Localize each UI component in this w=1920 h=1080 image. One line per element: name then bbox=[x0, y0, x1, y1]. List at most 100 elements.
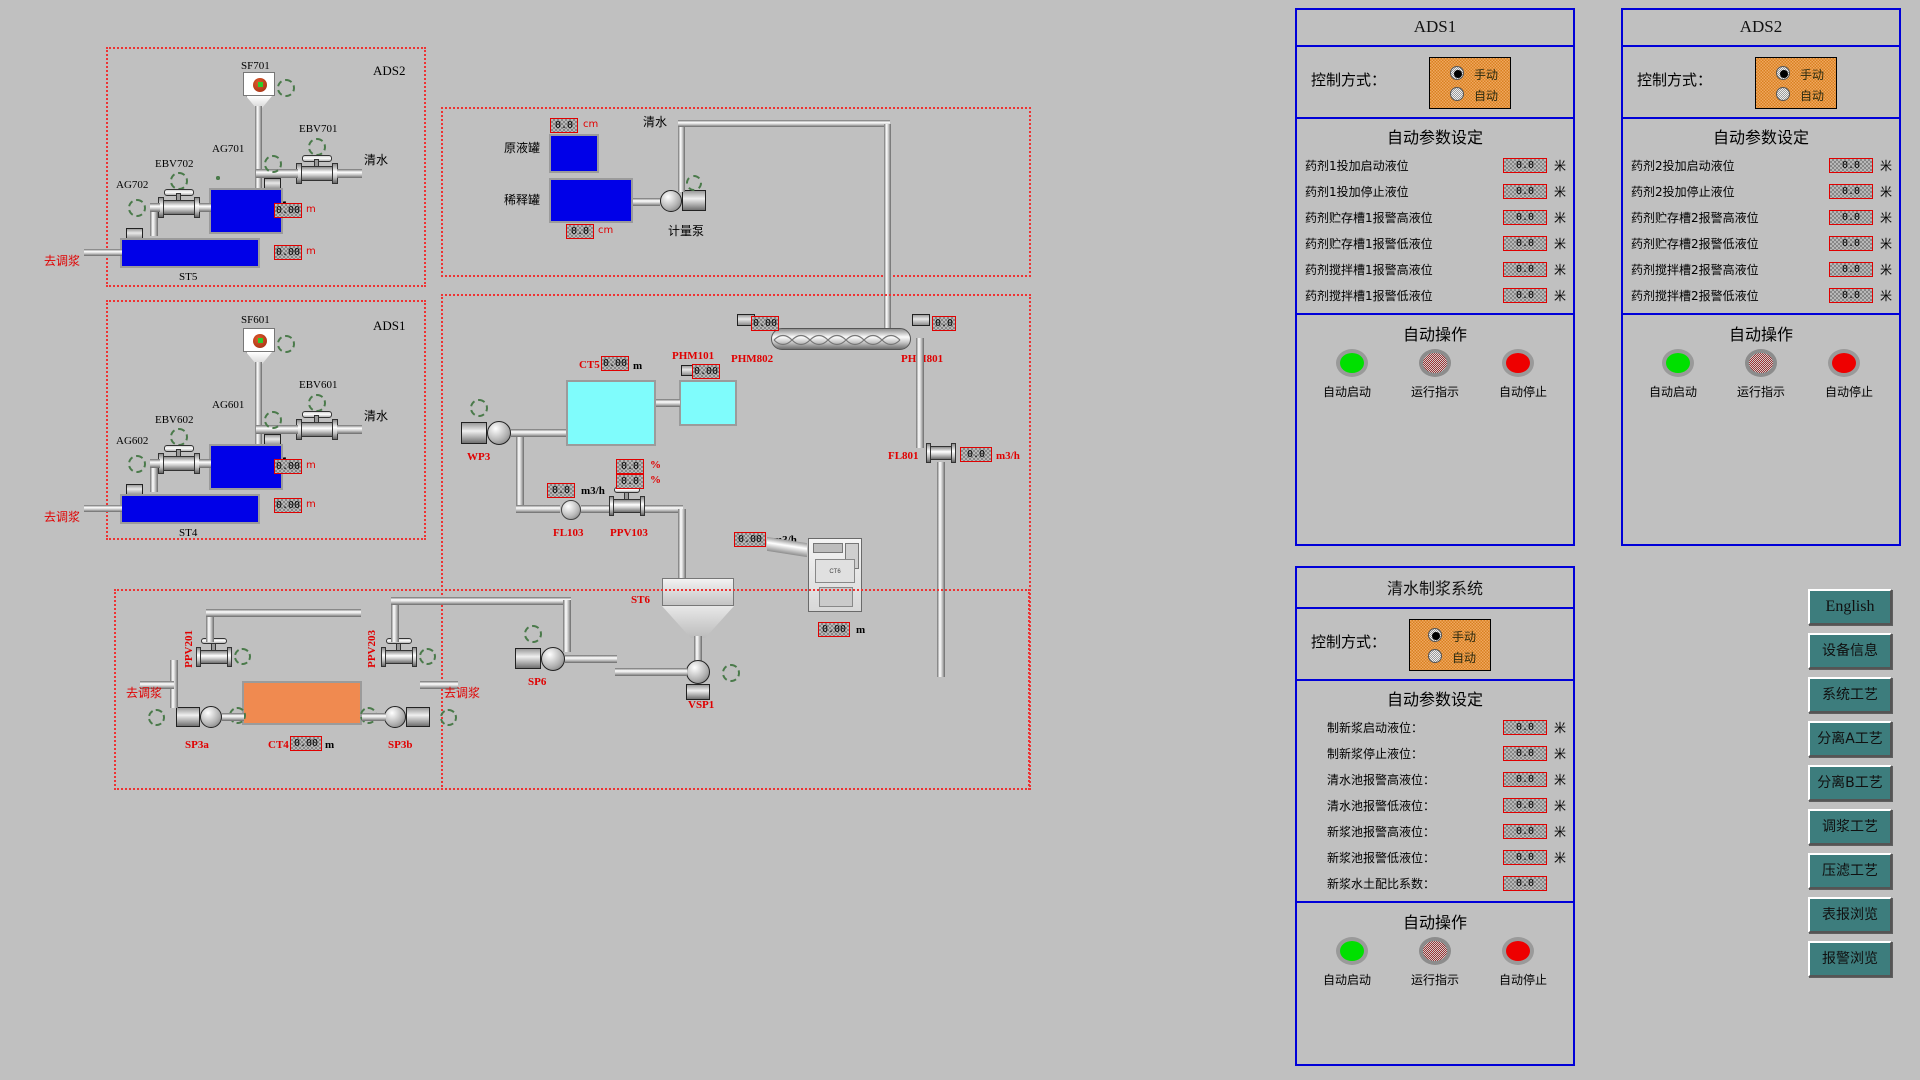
ct4-value[interactable]: 0.00 bbox=[290, 736, 322, 751]
nav-button-equipment-info[interactable]: 设备信息 bbox=[1808, 633, 1892, 669]
nav-button-separation-b[interactable]: 分离B工艺 bbox=[1808, 765, 1892, 801]
ads2-level-lower-value[interactable]: 0.00 bbox=[274, 245, 302, 260]
ppv201-gauge-icon[interactable] bbox=[234, 648, 251, 665]
nav-button-english[interactable]: English bbox=[1808, 589, 1892, 625]
ebv702-gauge2-icon[interactable] bbox=[170, 172, 188, 190]
ebv602-body[interactable] bbox=[162, 456, 196, 471]
sp3a-motor[interactable] bbox=[176, 707, 200, 727]
ebv601-body[interactable] bbox=[300, 422, 334, 437]
fl801-body[interactable] bbox=[930, 446, 952, 460]
ads1-run-indicator-lamp[interactable] bbox=[1418, 349, 1451, 377]
param-value[interactable]: 0.0 bbox=[1503, 745, 1547, 761]
ppv201-body[interactable] bbox=[200, 650, 228, 664]
ads1-level-lower-value[interactable]: 0.00 bbox=[274, 498, 302, 513]
ads2-auto-stop-lamp[interactable] bbox=[1827, 349, 1860, 377]
wp3-motor[interactable] bbox=[461, 422, 487, 444]
nav-button-separation-a[interactable]: 分离A工艺 bbox=[1808, 721, 1892, 757]
cw-auto-stop-lamp[interactable] bbox=[1501, 937, 1534, 965]
ag701-gauge-icon[interactable] bbox=[264, 155, 282, 173]
sf601-feeder-icon[interactable] bbox=[243, 328, 275, 352]
ag601-gauge-icon[interactable] bbox=[264, 411, 282, 429]
param-value[interactable]: 0.0 bbox=[1829, 183, 1873, 199]
ebv702-body[interactable] bbox=[162, 200, 196, 215]
param-value[interactable]: 0.0 bbox=[1829, 157, 1873, 173]
ppv203-gauge-icon[interactable] bbox=[419, 648, 436, 665]
param-value[interactable]: 0.0 bbox=[1829, 235, 1873, 251]
fl801-value[interactable]: 0.0 bbox=[960, 447, 992, 462]
ppv103-value-top[interactable]: 0.0 bbox=[616, 459, 644, 474]
param-value[interactable]: 0.0 bbox=[1503, 235, 1547, 251]
ppv103-value-bot[interactable]: 0.0 bbox=[616, 474, 644, 489]
param-value[interactable]: 0.0 bbox=[1503, 771, 1547, 787]
nav-button-reports[interactable]: 表报浏览 bbox=[1808, 897, 1892, 933]
ads1-auto-stop-lamp[interactable] bbox=[1501, 349, 1534, 377]
wp3-pump-head[interactable] bbox=[487, 421, 511, 445]
ebv601-gauge-icon[interactable] bbox=[308, 394, 326, 412]
ads2-level-upper-value[interactable]: 0.00 bbox=[274, 203, 302, 218]
phm802-value[interactable]: 0.00 bbox=[751, 316, 779, 331]
phm801-sensor[interactable] bbox=[912, 314, 930, 326]
metering-pump-head[interactable] bbox=[660, 190, 682, 212]
cw-auto-start-lamp[interactable] bbox=[1336, 937, 1369, 965]
metering-pump-gauge-icon[interactable] bbox=[686, 175, 702, 191]
sp3b-motor[interactable] bbox=[406, 707, 430, 727]
panel-clean-water-radio-manual[interactable] bbox=[1428, 628, 1442, 642]
sp3a-gauge-icon[interactable] bbox=[148, 709, 165, 726]
param-value[interactable]: 0.0 bbox=[1503, 823, 1547, 839]
sp3b-pump-head[interactable] bbox=[384, 706, 406, 728]
ebv701-body[interactable] bbox=[300, 166, 334, 181]
sf701-feeder-icon[interactable] bbox=[243, 72, 275, 96]
param-value[interactable]: 0.0 bbox=[1503, 875, 1547, 891]
param-value[interactable]: 0.0 bbox=[1829, 287, 1873, 303]
panel-ads2-mode-box[interactable]: 手动 自动 bbox=[1755, 57, 1837, 109]
ct5-value[interactable]: 0.00 bbox=[601, 356, 629, 371]
fl103-value[interactable]: 0.0 bbox=[547, 483, 575, 498]
metering-pump-motor[interactable] bbox=[682, 190, 706, 211]
param-value[interactable]: 0.0 bbox=[1503, 157, 1547, 173]
ag702-gauge-icon[interactable] bbox=[128, 199, 146, 217]
fl103-meter-icon[interactable] bbox=[561, 500, 581, 520]
sp3b-gauge2-icon[interactable] bbox=[440, 709, 457, 726]
sf601-gauge-icon[interactable] bbox=[277, 335, 295, 353]
ag602-gauge-icon[interactable] bbox=[128, 455, 146, 473]
panel-ads1-mode-box[interactable]: 手动 自动 bbox=[1429, 57, 1511, 109]
phm101-value[interactable]: 0.00 bbox=[692, 364, 720, 379]
param-value[interactable]: 0.0 bbox=[1503, 719, 1547, 735]
feed-flow-value[interactable]: 0.00 bbox=[734, 532, 766, 547]
param-value[interactable]: 0.0 bbox=[1503, 797, 1547, 813]
param-value[interactable]: 0.0 bbox=[1829, 261, 1873, 277]
panel-ads1-radio-manual[interactable] bbox=[1450, 66, 1464, 80]
ppv203-body[interactable] bbox=[385, 650, 413, 664]
sp3a-pump-head[interactable] bbox=[200, 706, 222, 728]
panel-ads2-radio-auto[interactable] bbox=[1776, 87, 1790, 101]
ebv702-gauge-icon[interactable] bbox=[216, 176, 220, 180]
panel-ads1-radio-auto[interactable] bbox=[1450, 87, 1464, 101]
ads2-run-indicator-lamp[interactable] bbox=[1744, 349, 1777, 377]
param-value[interactable]: 0.0 bbox=[1503, 183, 1547, 199]
nav-button-slurry-process[interactable]: 调浆工艺 bbox=[1808, 809, 1892, 845]
panel-ads2-radio-manual[interactable] bbox=[1776, 66, 1790, 80]
sf701-gauge-icon[interactable] bbox=[277, 79, 295, 97]
nav-button-alarms[interactable]: 报警浏览 bbox=[1808, 941, 1892, 977]
phm801-value[interactable]: 0.0 bbox=[932, 316, 956, 331]
panel-clean-water-mode-box[interactable]: 手动 自动 bbox=[1409, 619, 1491, 671]
param-value[interactable]: 0.0 bbox=[1829, 209, 1873, 225]
nav-button-system-process[interactable]: 系统工艺 bbox=[1808, 677, 1892, 713]
dilution-level-value[interactable]: 0.0 bbox=[566, 224, 594, 239]
param-value[interactable]: 0.0 bbox=[1503, 287, 1547, 303]
ads1-auto-start-lamp[interactable] bbox=[1336, 349, 1369, 377]
ebv701-gauge-icon[interactable] bbox=[308, 138, 326, 156]
wp3-gauge-icon[interactable] bbox=[470, 399, 488, 417]
ads2-auto-start-lamp[interactable] bbox=[1662, 349, 1695, 377]
cw-run-indicator-lamp[interactable] bbox=[1418, 937, 1451, 965]
ppv103-body[interactable] bbox=[613, 499, 641, 513]
param-value[interactable]: 0.0 bbox=[1503, 261, 1547, 277]
nav-button-filter-press[interactable]: 压滤工艺 bbox=[1808, 853, 1892, 889]
stock-level-value[interactable]: 0.0 bbox=[550, 118, 578, 133]
ads1-level-upper-value[interactable]: 0.00 bbox=[274, 459, 302, 474]
param-value[interactable]: 0.0 bbox=[1503, 209, 1547, 225]
ebv602-gauge-icon[interactable] bbox=[170, 428, 188, 446]
param-value[interactable]: 0.0 bbox=[1503, 849, 1547, 865]
group-ads1-title: ADS1 bbox=[373, 318, 406, 333]
panel-clean-water-radio-auto[interactable] bbox=[1428, 649, 1442, 663]
